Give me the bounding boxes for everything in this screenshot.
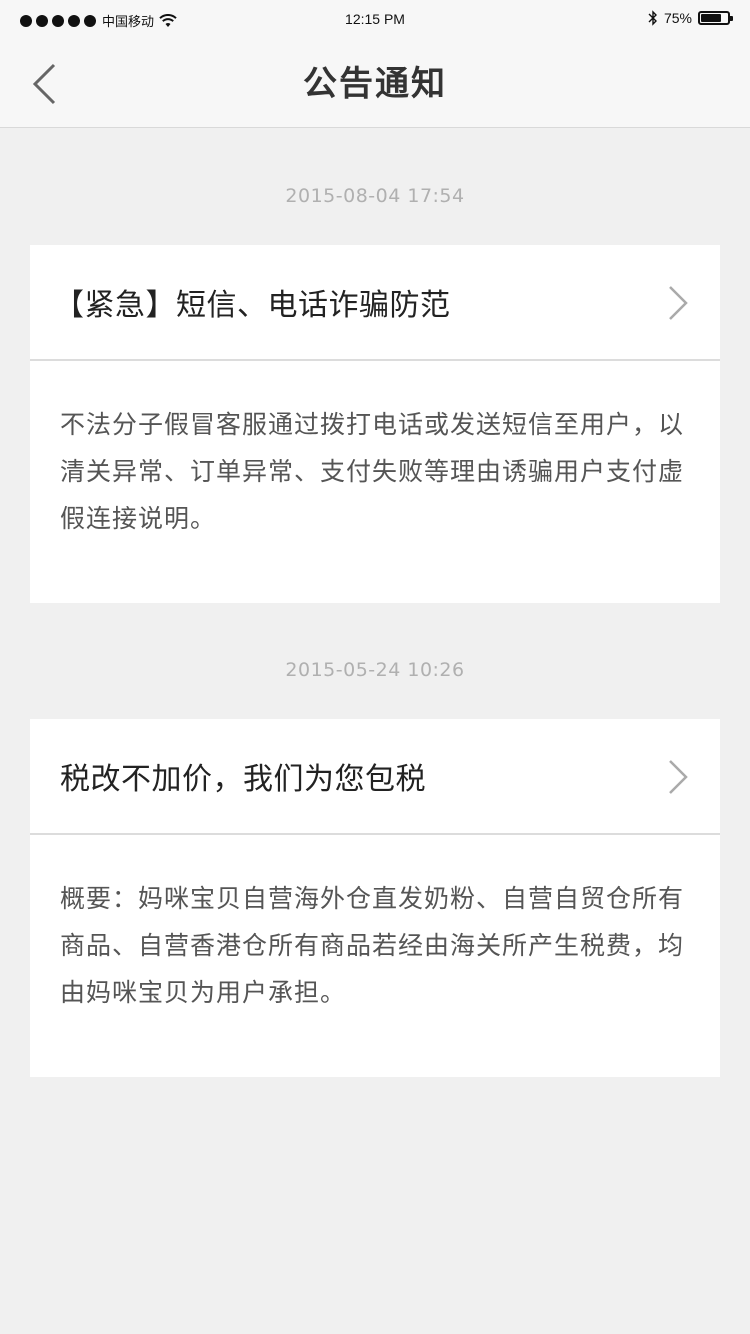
notice-date: 2015-08-04 17:54: [285, 185, 465, 207]
notice-card: 【紧急】短信、电话诈骗防范 不法分子假冒客服通过拨打电话或发送短信至用户，以清关…: [30, 245, 720, 603]
notice-title: 【紧急】短信、电话诈骗防范: [54, 288, 451, 323]
bluetooth-icon: [648, 10, 657, 26]
notice-header[interactable]: 【紧急】短信、电话诈骗防范: [30, 245, 720, 361]
notice-body: 概要：妈咪宝贝自营海外仓直发奶粉、自营自贸仓所有商品、自营香港仓所有商品若经由海…: [60, 884, 685, 1007]
nav-bar: 公告通知: [0, 40, 750, 128]
status-bar: 中国移动 12:15 PM 75%: [0, 0, 750, 40]
status-right: 75%: [648, 10, 733, 26]
status-time: 12:15 PM: [345, 11, 405, 27]
chevron-right-icon: [669, 760, 688, 794]
notice-header[interactable]: 税改不加价，我们为您包税: [30, 719, 720, 835]
battery-level: [701, 14, 721, 22]
notice-title: 税改不加价，我们为您包税: [60, 762, 426, 797]
battery-icon: [698, 11, 733, 25]
battery-percent: 75%: [663, 10, 692, 26]
notice-body: 不法分子假冒客服通过拨打电话或发送短信至用户，以清关异常、订单异常、支付失败等理…: [60, 410, 685, 533]
notice-date: 2015-05-24 10:26: [285, 659, 465, 681]
notice-card: 税改不加价，我们为您包税 概要：妈咪宝贝自营海外仓直发奶粉、自营自贸仓所有商品、…: [30, 719, 720, 1077]
chevron-right-icon: [669, 286, 688, 320]
page-title: 公告通知: [303, 64, 447, 104]
